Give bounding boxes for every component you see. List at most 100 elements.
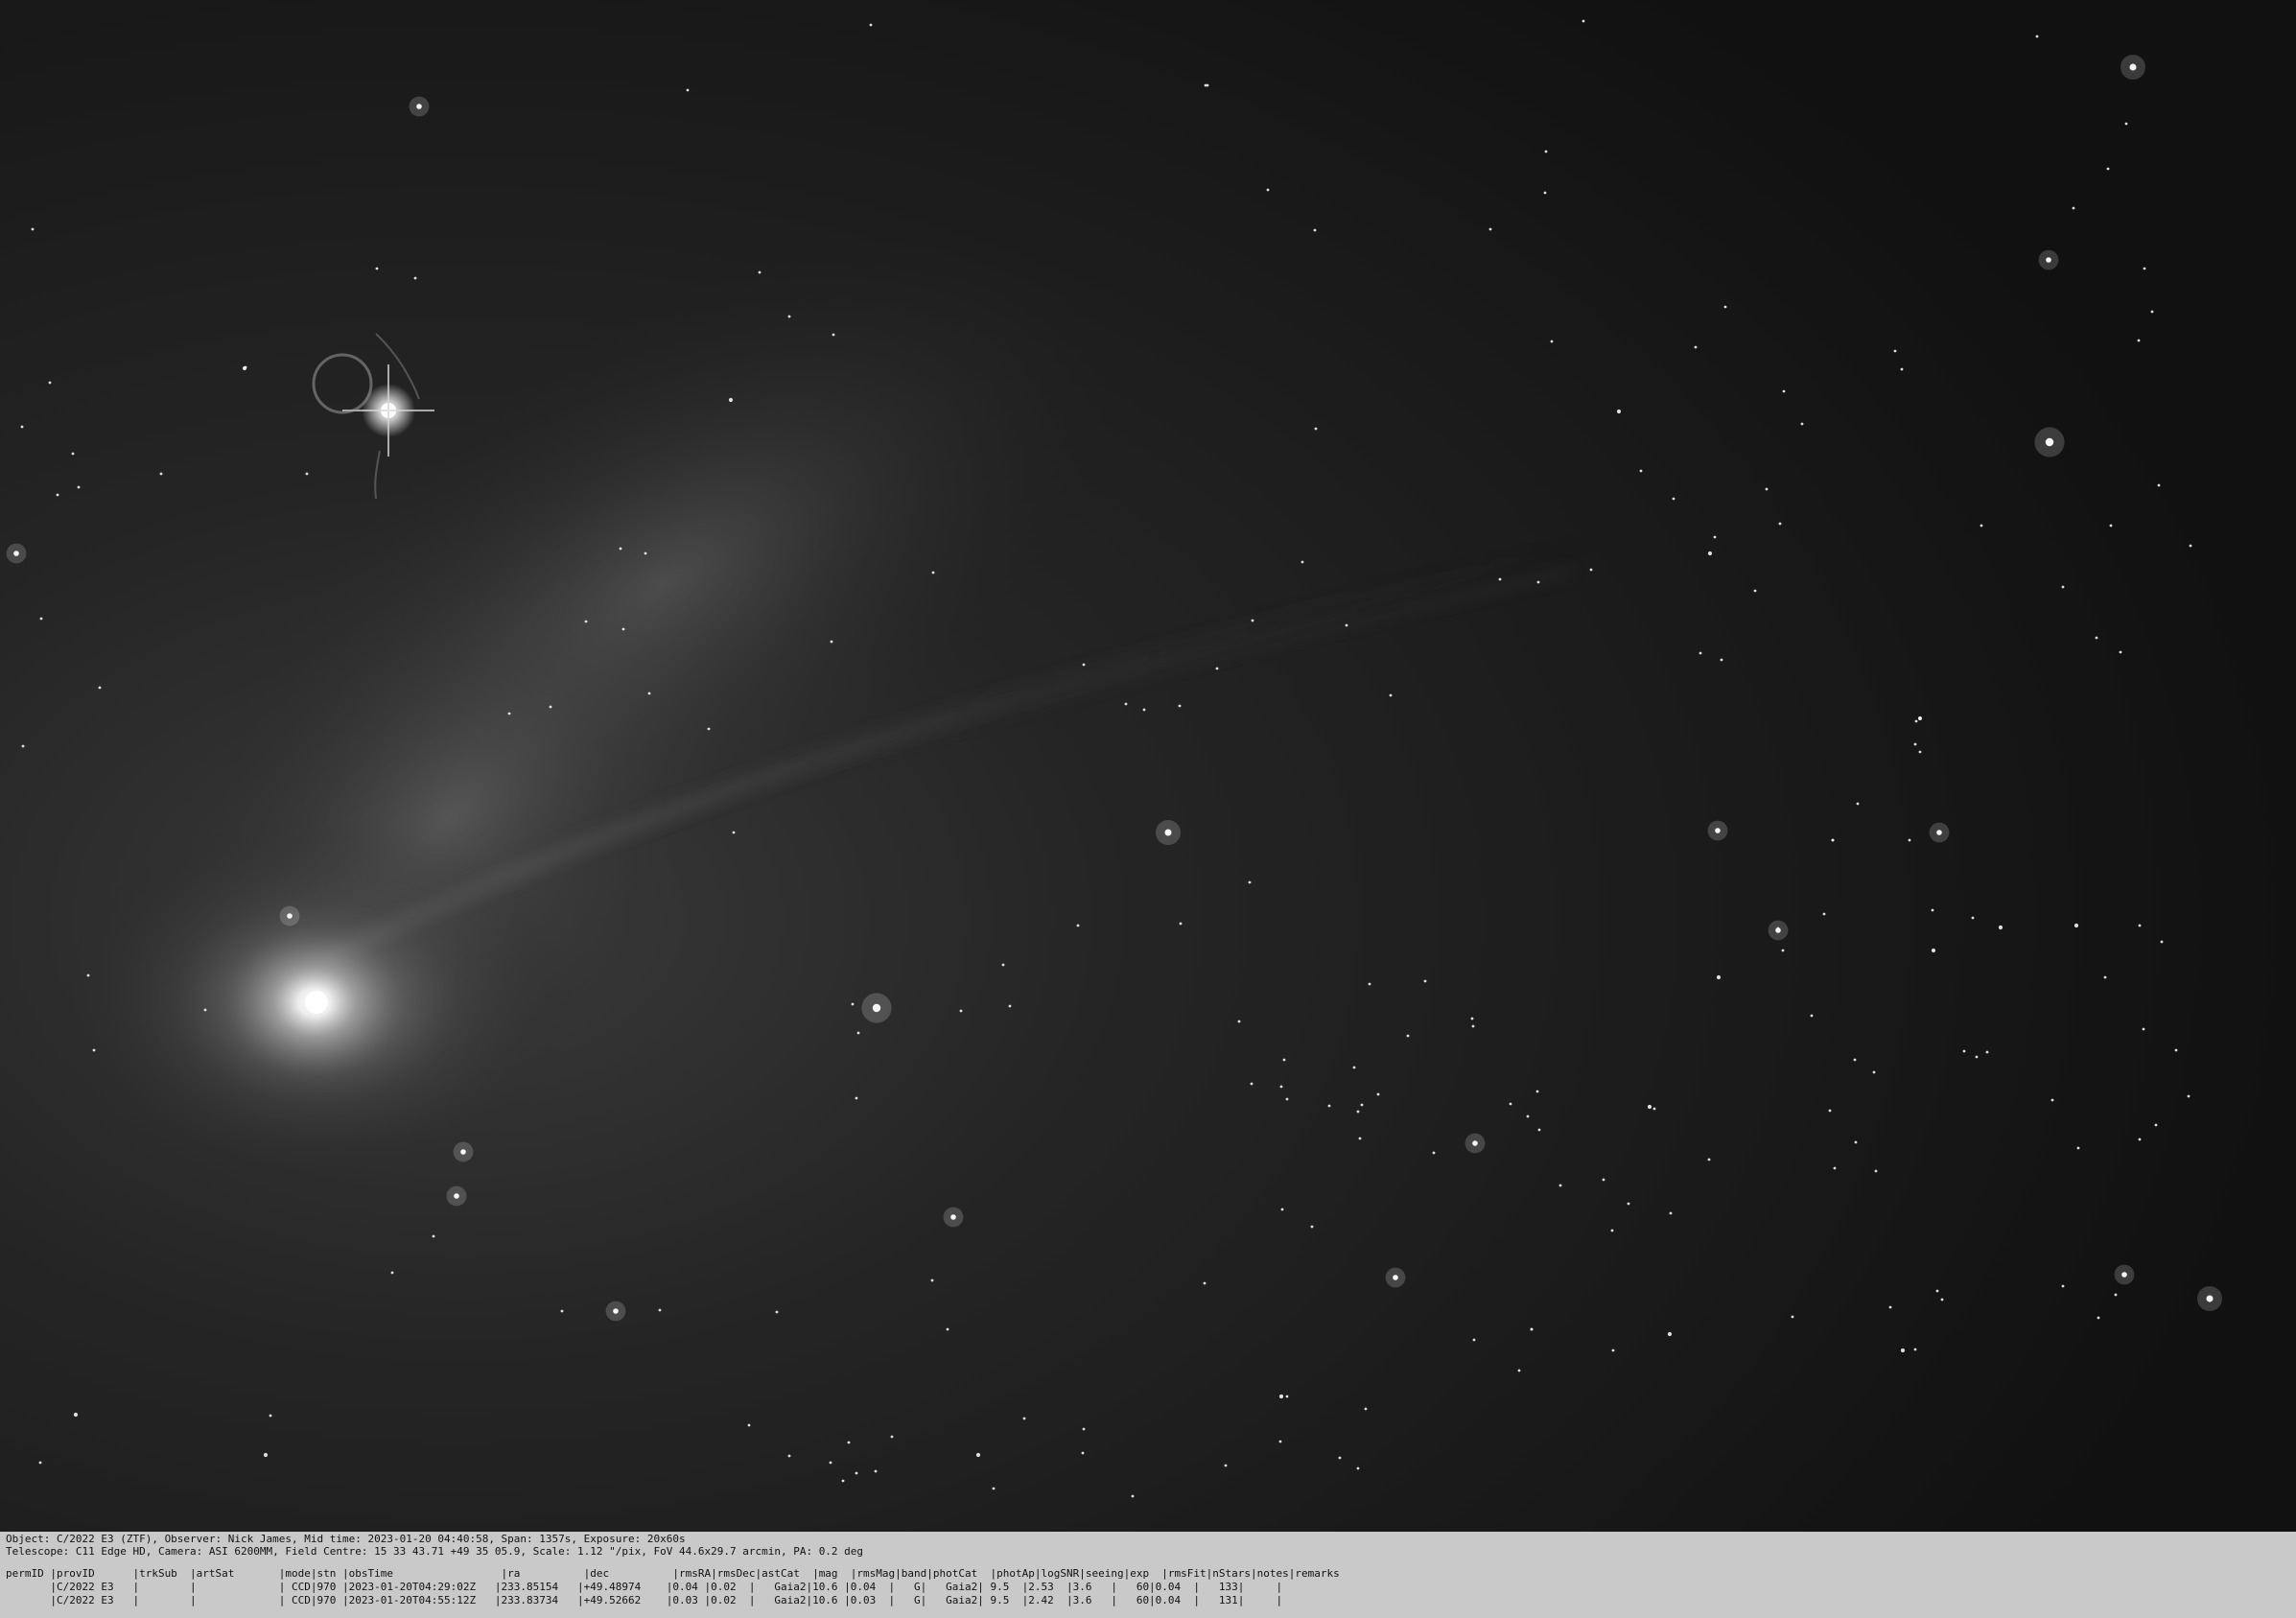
star xyxy=(244,365,247,369)
star xyxy=(2097,1316,2100,1320)
star xyxy=(847,1441,851,1444)
star xyxy=(658,1308,662,1312)
star xyxy=(1610,1229,1614,1232)
star xyxy=(1667,1331,1673,1337)
star xyxy=(86,973,90,977)
star xyxy=(1935,1289,1939,1293)
star xyxy=(203,1008,207,1012)
star xyxy=(1358,1137,1362,1140)
star xyxy=(1616,409,1622,414)
star xyxy=(1602,1178,1605,1182)
star xyxy=(856,1031,860,1035)
star xyxy=(1975,1055,1979,1059)
star xyxy=(2061,585,2065,589)
star xyxy=(1082,663,1086,667)
star xyxy=(787,315,791,318)
star-glow xyxy=(2038,249,2059,270)
star xyxy=(1856,802,1860,806)
star xyxy=(1765,487,1769,491)
star xyxy=(1530,1327,1534,1331)
star xyxy=(621,627,625,631)
star xyxy=(851,1002,855,1006)
star xyxy=(159,472,163,476)
star xyxy=(38,1461,42,1465)
star xyxy=(1639,469,1643,473)
star xyxy=(1313,228,1317,232)
star xyxy=(1278,1440,1282,1443)
star xyxy=(644,551,647,555)
star xyxy=(2142,1027,2145,1031)
star xyxy=(1831,838,1835,842)
star xyxy=(507,712,511,715)
star xyxy=(1352,1066,1356,1069)
star xyxy=(1536,580,1540,584)
star xyxy=(2076,1146,2080,1150)
star xyxy=(1544,150,1548,153)
star xyxy=(549,705,552,709)
star xyxy=(1723,305,1727,309)
star xyxy=(1913,1348,1917,1351)
star xyxy=(1647,1104,1652,1110)
star-glow xyxy=(2197,1286,2222,1311)
star xyxy=(1900,367,1904,371)
star xyxy=(1707,551,1713,556)
star xyxy=(1672,497,1675,501)
star xyxy=(869,23,873,27)
star xyxy=(1543,191,1547,195)
star xyxy=(1822,912,1826,916)
star xyxy=(56,493,59,497)
star xyxy=(1278,1394,1284,1399)
star xyxy=(2138,924,2142,927)
star xyxy=(71,452,75,456)
star xyxy=(1753,589,1757,593)
star xyxy=(619,547,622,551)
star xyxy=(1669,1211,1673,1215)
star xyxy=(1432,1151,1436,1155)
star xyxy=(1470,1017,1474,1020)
star xyxy=(48,381,52,385)
star-glow xyxy=(2034,427,2065,457)
star xyxy=(1888,1305,1892,1309)
star xyxy=(2103,975,2107,979)
star xyxy=(946,1327,949,1331)
star xyxy=(1537,1128,1541,1132)
comet-nucleus xyxy=(305,991,328,1014)
star xyxy=(1081,1451,1085,1455)
star-glow xyxy=(453,1141,474,1162)
star xyxy=(992,1487,996,1490)
star xyxy=(1913,742,1917,746)
star xyxy=(73,1412,79,1418)
star xyxy=(305,472,309,476)
star xyxy=(830,640,833,644)
star xyxy=(2157,483,2161,487)
star xyxy=(890,1435,894,1439)
star xyxy=(1931,948,1936,953)
star-glow xyxy=(2114,1264,2135,1285)
star xyxy=(1142,708,1146,712)
star xyxy=(1406,1034,1410,1038)
star-glow xyxy=(446,1185,467,1207)
star xyxy=(1204,83,1207,87)
star xyxy=(686,88,690,92)
star xyxy=(2073,923,2079,928)
star xyxy=(1652,1107,1656,1111)
star xyxy=(1589,568,1593,572)
star xyxy=(1356,1110,1360,1114)
star xyxy=(1423,979,1427,983)
star-glow xyxy=(1156,820,1181,845)
star-glow xyxy=(943,1207,964,1228)
star xyxy=(2061,1284,2065,1288)
star xyxy=(432,1234,435,1238)
star xyxy=(1854,1140,1858,1144)
astrometry-row: |C/2022 E3 | | | CCD|970 |2023-01-20T04:… xyxy=(6,1581,1283,1593)
star xyxy=(2114,1293,2118,1297)
star xyxy=(1376,1092,1380,1096)
star-glow xyxy=(1929,822,1950,843)
star xyxy=(1526,1114,1530,1118)
star xyxy=(1872,1070,1876,1074)
star xyxy=(2095,636,2098,640)
star xyxy=(647,692,651,695)
star xyxy=(1364,1407,1368,1411)
star xyxy=(1550,340,1554,343)
star-glow xyxy=(409,96,430,117)
